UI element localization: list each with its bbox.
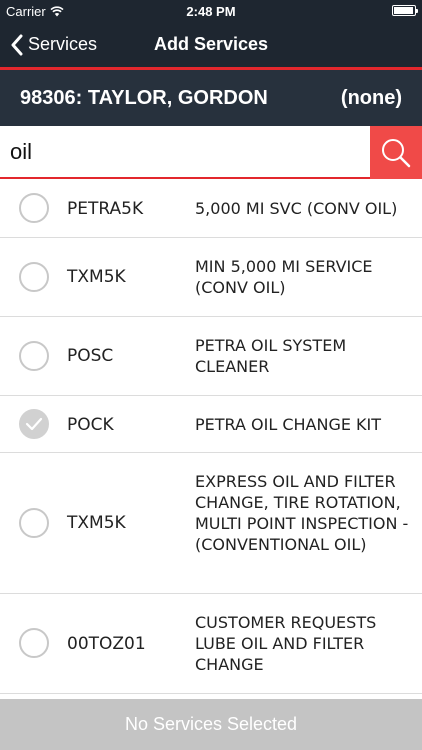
service-code: POSC: [67, 346, 114, 366]
customer-header: 98306: TAYLOR, GORDON (none): [0, 70, 422, 126]
radio-button[interactable]: [19, 341, 49, 371]
customer-name: 98306: TAYLOR, GORDON: [20, 87, 268, 109]
search-icon: [382, 138, 411, 167]
search-bar: [0, 126, 422, 179]
search-input[interactable]: [0, 126, 370, 179]
service-description: PETRA OIL CHANGE KIT: [195, 415, 382, 434]
battery-icon: [392, 5, 418, 16]
radio-button-checked[interactable]: [19, 409, 49, 439]
service-code: TXM5K: [67, 513, 126, 533]
repair-order-value: (none): [340, 87, 402, 109]
service-row[interactable]: TXM5K MIN 5,000 MI SERVICE (CONV OIL): [0, 238, 422, 317]
service-description: MIN 5,000 MI SERVICE (CONV OIL): [195, 257, 373, 297]
back-label: Services: [28, 34, 98, 54]
checkmark-icon: [25, 417, 43, 431]
radio-button[interactable]: [19, 193, 49, 223]
service-row[interactable]: POCK PETRA OIL CHANGE KIT: [0, 396, 422, 453]
navigation-bar: Services Add Services: [0, 22, 422, 67]
service-description: PETRA OIL SYSTEM CLEANER: [195, 336, 347, 376]
radio-button[interactable]: [19, 628, 49, 658]
service-code: PETRA5K: [67, 199, 144, 219]
radio-button[interactable]: [19, 508, 49, 538]
service-code: POCK: [67, 415, 114, 435]
back-button[interactable]: Services: [10, 22, 97, 67]
service-list: PETRA5K 5,000 MI SVC (CONV OIL) TXM5K MI…: [0, 179, 422, 699]
service-description: EXPRESS OIL AND FILTER CHANGE, TIRE ROTA…: [195, 472, 409, 554]
service-row[interactable]: PETRA5K 5,000 MI SVC (CONV OIL): [0, 179, 422, 238]
service-row[interactable]: POSC PETRA OIL SYSTEM CLEANER: [0, 317, 422, 396]
status-time: 2:48 PM: [186, 4, 236, 19]
chevron-left-icon: [11, 34, 23, 55]
radio-button[interactable]: [19, 262, 49, 292]
selection-status-button[interactable]: No Services Selected: [0, 699, 422, 750]
status-bar: Carrier 2:48 PM: [0, 0, 422, 22]
service-description: CUSTOMER REQUESTS LUBE OIL AND FILTER CH…: [195, 613, 377, 674]
service-row[interactable]: 00TOZ01 CUSTOMER REQUESTS LUBE OIL AND F…: [0, 594, 422, 694]
service-row[interactable]: TXM5K EXPRESS OIL AND FILTER CHANGE, TIR…: [0, 453, 422, 594]
service-code: 00TOZ01: [67, 634, 146, 654]
search-button[interactable]: [370, 126, 422, 179]
service-description: 5,000 MI SVC (CONV OIL): [195, 199, 398, 218]
service-code: TXM5K: [67, 267, 126, 287]
